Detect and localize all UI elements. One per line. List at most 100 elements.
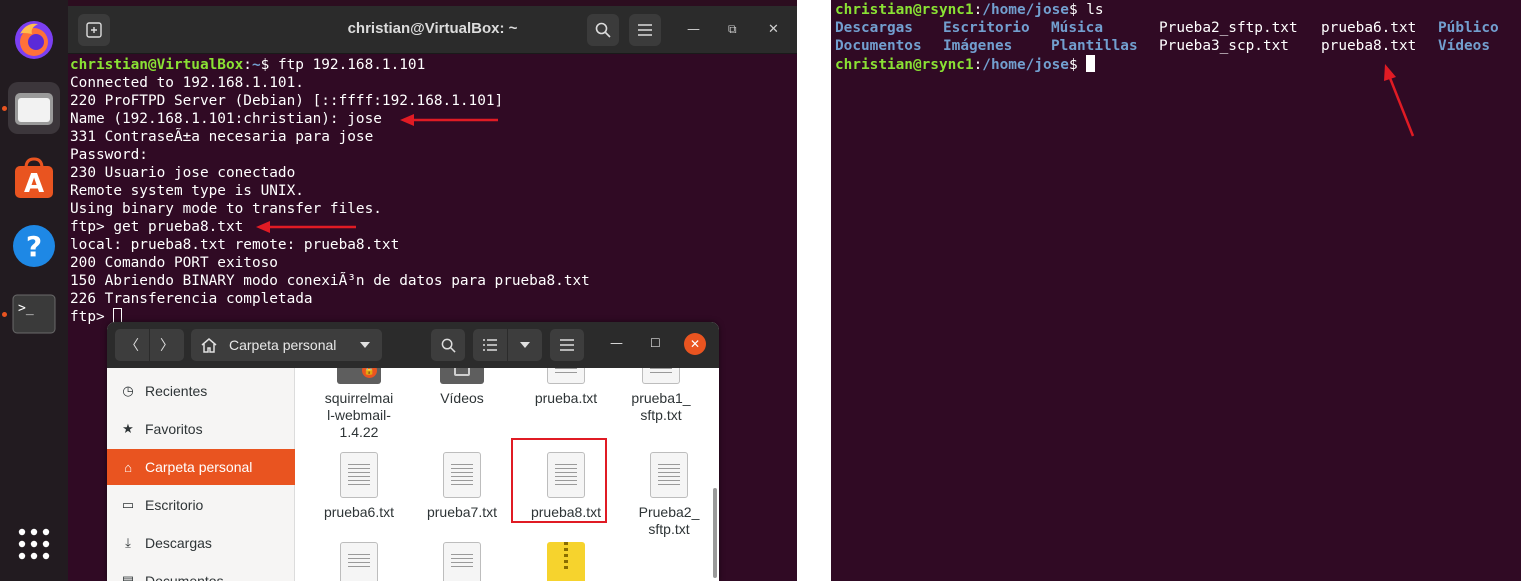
file-item-prueba6[interactable]: prueba6.txt [309, 452, 409, 521]
file-manager-window[interactable]: 〈 〉 Carpeta personal — ☐ ✕ ◷ Recientes ★… [107, 322, 719, 581]
output-line: 331 ContraseÃ±a necesaria para jose [70, 129, 374, 145]
help-icon[interactable]: ? [8, 220, 60, 272]
file-name: Prueba2_ sftp.txt [638, 504, 700, 537]
star-icon: ★ [122, 421, 134, 436]
output-line: Password: [70, 147, 148, 163]
sidebar-item-escritorio[interactable]: ▭ Escritorio [107, 487, 295, 523]
text-file-icon [443, 452, 481, 498]
file-name: squirrelmai l-webmail- 1.4.22 [324, 390, 394, 440]
hamburger-icon [638, 24, 652, 36]
sidebar-item-favoritos[interactable]: ★ Favoritos [107, 411, 295, 447]
output-line: 230 Usuario jose conectado [70, 165, 296, 181]
download-icon: ⤓ [125, 535, 131, 550]
file-item-videos[interactable]: Vídeos [412, 368, 512, 407]
prompt-path: ~ [251, 57, 261, 73]
text-file-icon [340, 452, 378, 498]
close-button[interactable]: ✕ [768, 22, 779, 37]
file-item-prueba2-sftp[interactable]: Prueba2_ sftp.txt [619, 452, 719, 538]
sidebar-item-label: Recientes [145, 383, 208, 399]
search-button[interactable] [587, 14, 619, 46]
file-item-squirrelmail[interactable]: 🔒 squirrelmai l-webmail- 1.4.22 [309, 368, 409, 441]
maximize-button[interactable]: ⧉ [728, 22, 737, 37]
hamburger-icon [560, 339, 574, 351]
file-item-partial[interactable] [516, 542, 616, 581]
output-line: Connected to 192.168.1.101. [70, 75, 304, 91]
sidebar-item-carpeta-personal[interactable]: ⌂ Carpeta personal [107, 449, 295, 485]
chevron-down-icon [520, 342, 530, 348]
file-name: prueba6.txt [323, 504, 395, 520]
text-file-icon [642, 368, 680, 384]
file-name: prueba1_ sftp.txt [631, 390, 691, 423]
file-item-prueba[interactable]: prueba.txt [516, 368, 616, 407]
output-line: local: prueba8.txt remote: prueba8.txt [70, 237, 400, 253]
file-grid[interactable]: 🔒 squirrelmai l-webmail- 1.4.22 Vídeos p… [295, 368, 719, 581]
sidebar-item-descargas[interactable]: ⤓ Descargas [107, 525, 295, 561]
view-list-button[interactable] [473, 329, 507, 361]
file-item-prueba1-sftp[interactable]: prueba1_ sftp.txt [611, 368, 711, 424]
menu-button[interactable] [550, 329, 584, 361]
prompt-separator: : [243, 57, 252, 73]
output-line: 220 ProFTPD Server (Debian) [::ffff:192.… [70, 93, 504, 109]
annotation-arrow-icon [400, 114, 498, 126]
ubuntu-dock: A ? >_ [0, 0, 68, 581]
prompt-path: /home/jose [982, 2, 1069, 18]
ls-entry-dir: Descargas [835, 20, 913, 36]
prompt-line: christian@VirtualBox:~$ ftp 192.168.1.10… [70, 56, 790, 74]
maximize-button[interactable]: ☐ [650, 336, 661, 350]
prompt-separator: : [973, 2, 983, 18]
software-store-icon[interactable]: A [8, 152, 60, 204]
chevron-down-icon [360, 342, 370, 348]
terminal-running-indicator [2, 312, 7, 317]
archive-file-icon [547, 542, 585, 581]
file-name: prueba7.txt [426, 504, 498, 520]
minimize-button[interactable]: — [610, 336, 623, 351]
home-icon: ⌂ [124, 459, 132, 475]
terminal-output[interactable]: christian@VirtualBox:~$ ftp 192.168.1.10… [70, 56, 790, 326]
list-view-icon [483, 339, 497, 351]
sidebar-item-label: Escritorio [145, 497, 204, 513]
view-options-button[interactable] [508, 329, 542, 361]
terminal-cursor [1086, 55, 1096, 72]
chevron-left-icon: 〈 [125, 338, 139, 354]
minimize-button[interactable]: — [687, 22, 700, 37]
file-item-partial[interactable] [309, 542, 409, 581]
text-file-icon [650, 452, 688, 498]
terminal-titlebar[interactable]: christian@VirtualBox: ~ — ⧉ ✕ [68, 6, 797, 54]
ls-output-row: Descargas Escritorio Música Prueba2_sftp… [835, 19, 1521, 37]
prompt-user: christian@rsync1 [835, 57, 974, 73]
menu-button[interactable] [629, 14, 661, 46]
text-file-icon [443, 542, 481, 581]
search-button[interactable] [431, 329, 465, 361]
file-item-prueba7[interactable]: prueba7.txt [412, 452, 512, 521]
forward-button[interactable]: 〉 [150, 329, 184, 361]
app-grid-icon[interactable] [8, 518, 60, 570]
sidebar-item-documentos[interactable]: ▤ Documentos [107, 563, 295, 581]
firefox-icon[interactable] [8, 14, 60, 66]
sidebar-item-label: Descargas [145, 535, 212, 551]
files-running-indicator [2, 106, 7, 111]
svg-text:>_: >_ [18, 301, 34, 316]
file-manager-headerbar[interactable]: 〈 〉 Carpeta personal — ☐ ✕ [107, 322, 719, 368]
screenshot-divider [797, 0, 831, 581]
sidebar-item-label: Favoritos [145, 421, 203, 437]
terminal-window-rsync1[interactable]: christian@rsync1:/home/jose$ ls Descarga… [831, 0, 1521, 581]
sidebar-item-recientes[interactable]: ◷ Recientes [107, 373, 295, 409]
annotation-arrow-icon [256, 221, 356, 233]
sidebar-item-label: Documentos [145, 573, 224, 581]
file-manager-sidebar: ◷ Recientes ★ Favoritos ⌂ Carpeta person… [107, 368, 295, 581]
terminal-icon[interactable]: >_ [8, 288, 60, 340]
close-button[interactable]: ✕ [684, 333, 706, 355]
video-folder-icon [440, 368, 484, 384]
path-bar[interactable]: Carpeta personal [191, 329, 382, 361]
files-icon[interactable] [8, 82, 60, 134]
ls-entry-dir: Escritorio [943, 20, 1030, 36]
file-item-partial[interactable] [412, 542, 512, 581]
back-button[interactable]: 〈 [115, 329, 149, 361]
output-line: Using binary mode to transfer files. [70, 201, 382, 217]
document-icon: ▤ [121, 573, 135, 581]
prompt-separator: : [973, 57, 983, 73]
ls-entry-file: Prueba2_sftp.txt [1159, 20, 1298, 36]
sidebar-item-label: Carpeta personal [145, 459, 253, 475]
scrollbar[interactable] [713, 488, 717, 578]
ubuntu-desktop: A ? >_ christian@VirtualBox: ~ — ⧉ ✕ chr… [0, 0, 797, 581]
